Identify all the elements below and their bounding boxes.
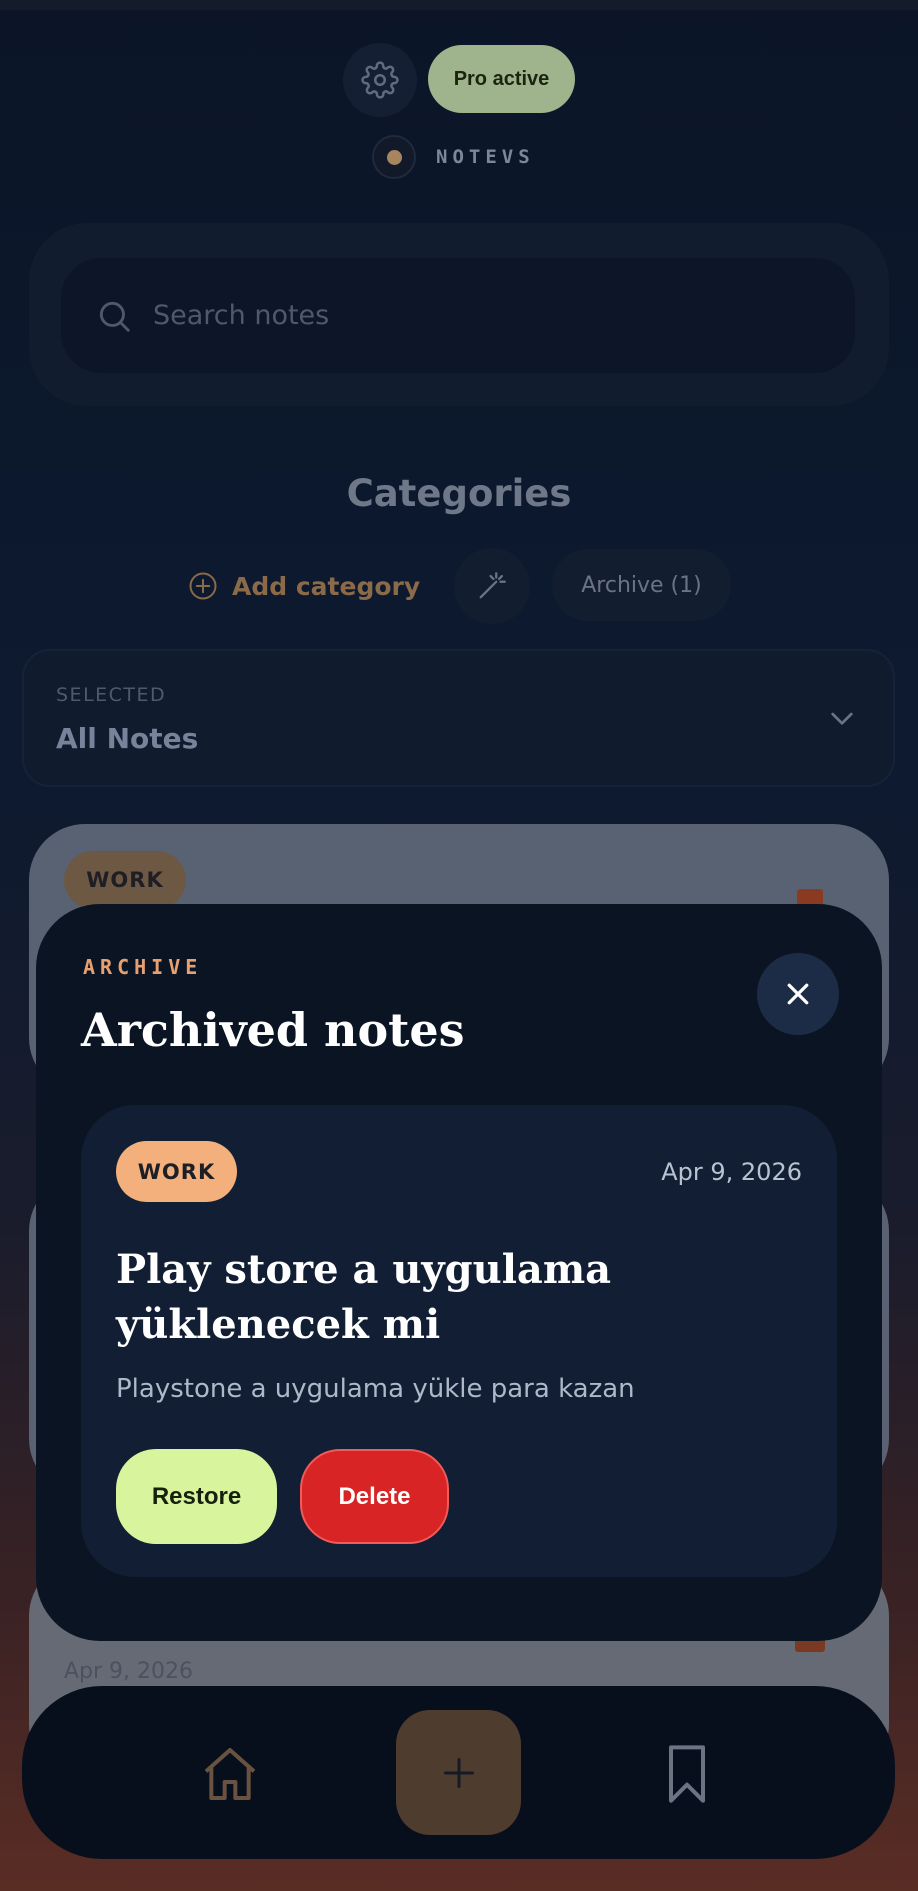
brand-logo	[372, 135, 416, 179]
settings-button[interactable]	[343, 43, 417, 117]
close-modal-button[interactable]	[757, 953, 839, 1035]
bookmark-icon[interactable]	[664, 1742, 710, 1806]
magic-wand-icon	[479, 572, 506, 599]
brand-dot-icon	[386, 149, 402, 165]
note-body: Playstone a uygulama yükle para kazan	[116, 1374, 635, 1404]
note-date-background: Apr 9, 2026	[64, 1659, 194, 1684]
selected-label: SELECTED	[56, 684, 167, 706]
selected-category-value: All Notes	[56, 722, 199, 755]
note-date: Apr 9, 2026	[661, 1158, 802, 1186]
add-note-button[interactable]	[396, 1710, 521, 1835]
add-category-button[interactable]: Add category	[188, 566, 420, 606]
search-bar[interactable]	[61, 258, 855, 373]
note-tag-background: WORK	[64, 851, 186, 909]
add-category-label: Add category	[232, 571, 421, 601]
chevron-down-icon[interactable]	[826, 702, 858, 734]
plus-circle-icon	[189, 572, 217, 600]
brand-name: NOTEVS	[436, 146, 535, 168]
archive-button[interactable]: Archive (1)	[552, 549, 731, 621]
gear-icon	[361, 61, 399, 99]
magic-organize-button[interactable]	[454, 548, 530, 624]
search-input[interactable]	[153, 300, 753, 331]
plus-icon	[443, 1757, 474, 1788]
modal-eyebrow: ARCHIVE	[83, 955, 203, 979]
restore-button[interactable]: Restore	[116, 1449, 277, 1544]
pro-status-badge[interactable]: Pro active	[428, 45, 575, 113]
home-icon[interactable]	[198, 1742, 262, 1806]
note-title: Play store a uygulama yüklenecek mi	[116, 1246, 612, 1348]
categories-heading: Categories	[346, 472, 572, 515]
close-icon	[787, 983, 809, 1005]
modal-title: Archived notes	[81, 1003, 465, 1057]
category-selector[interactable]	[22, 649, 895, 787]
search-icon	[99, 301, 130, 332]
note-tag: WORK	[116, 1141, 237, 1202]
status-bar-strip	[0, 0, 918, 10]
delete-button[interactable]: Delete	[300, 1449, 449, 1544]
